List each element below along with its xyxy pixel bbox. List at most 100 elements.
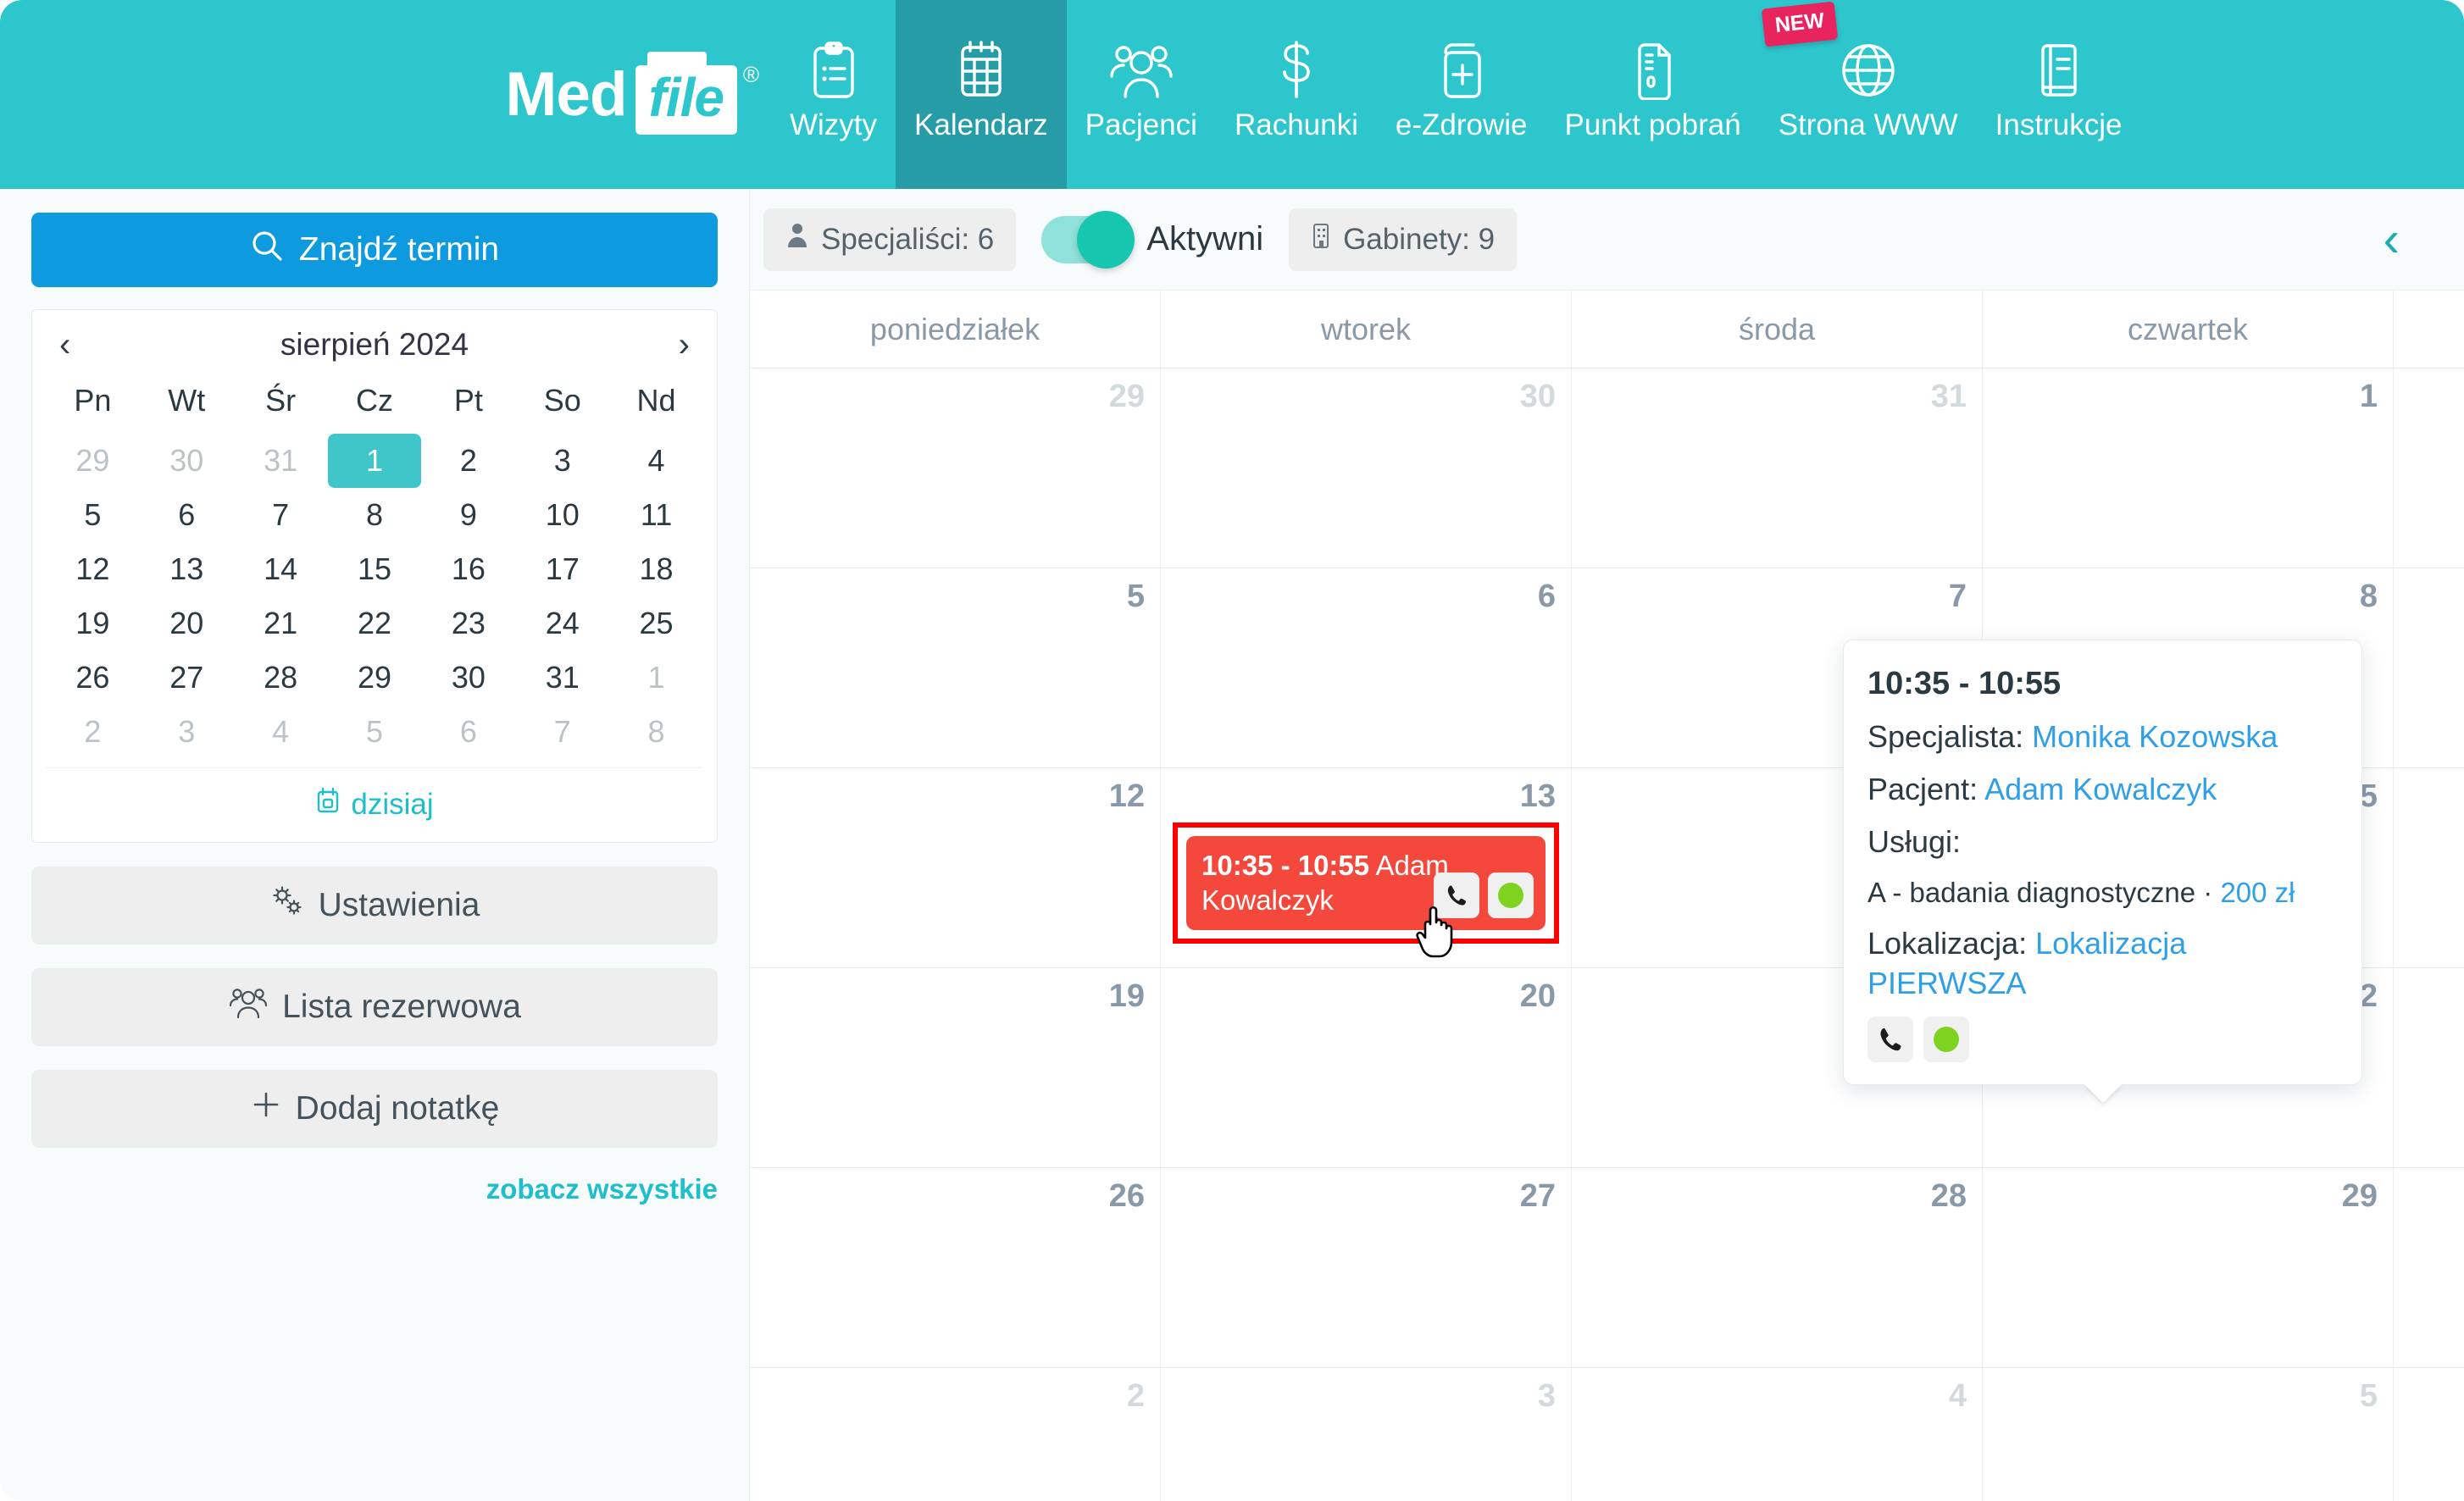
nav-item-e-zdrowie[interactable]: e-Zdrowie [1377,0,1546,189]
mini-calendar-day[interactable]: 14 [234,542,328,596]
mini-calendar-day[interactable]: 30 [140,434,234,488]
mini-calendar-day[interactable]: 1 [327,434,422,488]
mini-calendar-day[interactable]: 20 [140,596,234,651]
popover-status-button[interactable] [1923,1016,1969,1062]
calendar-day-cell[interactable]: 3 [1161,1368,1572,1501]
calendar-day-header: poniedziałek [750,291,1161,368]
mini-calendar-day[interactable]: 27 [140,651,234,705]
calendar-day-cell-partial[interactable] [2394,368,2464,568]
nav-item-rachunki[interactable]: Rachunki [1216,0,1377,189]
mini-calendar-day[interactable]: 29 [328,651,422,705]
mini-calendar-day[interactable]: 8 [328,488,422,542]
mini-calendar-day[interactable]: 31 [234,434,328,488]
calendar-day-cell[interactable]: 29 [1983,1168,2394,1367]
see-all-link[interactable]: zobacz wszystkie [31,1173,718,1205]
settings-button[interactable]: Ustawienia [31,867,718,944]
mini-calendar-day[interactable]: 12 [46,542,140,596]
mini-calendar-day[interactable]: 26 [46,651,140,705]
mini-calendar-day[interactable]: 21 [234,596,328,651]
mini-calendar-day[interactable]: 16 [421,542,515,596]
mini-calendar-day[interactable]: 3 [515,434,609,488]
mini-calendar-day[interactable]: 9 [421,488,515,542]
mini-calendar-day[interactable]: 6 [140,488,234,542]
popover-phone-button[interactable] [1867,1016,1913,1062]
mini-calendar-day[interactable]: 18 [609,542,703,596]
mini-calendar-dow: Pt [453,383,483,418]
mini-calendar-prev-button[interactable]: ‹ [54,328,75,362]
mini-calendar-day[interactable]: 2 [421,434,515,488]
specialists-filter-chip[interactable]: Specjaliści: 6 [763,208,1017,271]
waiting-list-label: Lista rezerwowa [282,989,521,1025]
calendar-day-cell[interactable]: 30 [1161,368,1572,568]
calendar-day-cell[interactable]: 5 [1983,1368,2394,1501]
nav-item-kalendarz[interactable]: Kalendarz [896,0,1067,189]
popover-patient-link[interactable]: Adam Kowalczyk [1984,772,2217,806]
add-note-button[interactable]: Dodaj notatkę [31,1070,718,1148]
calendar-day-cell[interactable]: 26 [750,1168,1161,1367]
mini-calendar-day[interactable]: 5 [328,705,422,759]
mini-calendar-day[interactable]: 4 [234,705,328,759]
mini-calendar-next-button[interactable]: › [674,328,695,362]
calendar-day-cell[interactable]: 1 [1983,368,2394,568]
calendar-day-cell-partial[interactable] [2394,1168,2464,1367]
calendar-day-cell[interactable]: 13 10:35 - 10:55 Adam Kowalczyk [1161,768,1572,967]
calendar-day-cell[interactable]: 12 [750,768,1161,967]
plus-icon [250,1088,282,1129]
today-link[interactable]: dzisiaj [315,787,434,822]
mini-calendar-day[interactable]: 24 [515,596,609,651]
popover-specialist-link[interactable]: Monika Kozowska [2032,719,2278,754]
calendar-day-cell-partial[interactable] [2394,968,2464,1167]
brand-logo[interactable]: Med file ® [0,0,771,189]
calendar-day-cell[interactable]: 2 [750,1368,1161,1501]
calendar-day-cell[interactable]: 6 [1161,568,1572,767]
mini-calendar-day[interactable]: 2 [46,705,140,759]
mini-calendar-day[interactable]: 11 [609,488,703,542]
brand-file-text: file [648,66,724,128]
nav-item-pacjenci[interactable]: Pacjenci [1067,0,1216,189]
popover-service-price[interactable]: 200 zł [2220,877,2295,908]
mini-calendar-day[interactable]: 13 [140,542,234,596]
find-appointment-button[interactable]: Znajdź termin [31,213,718,287]
mini-calendar-day[interactable]: 22 [328,596,422,651]
mini-calendar-day[interactable]: 8 [609,705,703,759]
calendar-day-cell-partial[interactable] [2394,568,2464,767]
mini-calendar-day[interactable]: 1 [609,651,703,705]
calendar-day-cell-partial[interactable] [2394,768,2464,967]
mini-calendar-day[interactable]: 7 [234,488,328,542]
nav-item-strona-www[interactable]: NEW Strona WWW [1760,0,1977,189]
calendar-day-cell[interactable]: 28 [1572,1168,1983,1367]
mini-calendar-day[interactable]: 17 [515,542,609,596]
calendar-day-cell[interactable]: 29 [750,368,1161,568]
month-prev-button[interactable]: ‹ [2341,214,2442,264]
nav-item-punkt-pobran[interactable]: Punkt pobrań [1546,0,1759,189]
calendar-day-cell-partial[interactable] [2394,1368,2464,1501]
active-toggle[interactable] [1041,210,1135,269]
mini-calendar-day[interactable]: 3 [140,705,234,759]
mini-calendar-day[interactable]: 25 [609,596,703,651]
calendar-day-cell[interactable]: 31 [1572,368,1983,568]
waiting-list-button[interactable]: Lista rezerwowa [31,968,718,1046]
mini-calendar-day[interactable]: 19 [46,596,140,651]
nav-item-instrukcje[interactable]: Instrukcje [1977,0,2141,189]
calendar-day-cell[interactable]: 5 [750,568,1161,767]
appointment-event[interactable]: 10:35 - 10:55 Adam Kowalczyk [1186,836,1546,958]
mini-calendar-day[interactable]: 7 [515,705,609,759]
event-status-button[interactable] [1488,872,1534,918]
mini-calendar-day[interactable]: 10 [515,488,609,542]
calendar-day-cell[interactable]: 20 [1161,968,1572,1167]
calendar-day-cell[interactable]: 27 [1161,1168,1572,1367]
mini-calendar-day[interactable]: 5 [46,488,140,542]
mini-calendar-day[interactable]: 31 [515,651,609,705]
mini-calendar-day[interactable]: 30 [421,651,515,705]
nav-item-wizyty[interactable]: Wizyty [771,0,896,189]
rooms-filter-chip[interactable]: Gabinety: 9 [1289,208,1518,271]
mini-calendar-day[interactable]: 4 [609,434,703,488]
mini-calendar-day[interactable]: 6 [421,705,515,759]
calendar-day-cell[interactable]: 19 [750,968,1161,1167]
mini-calendar-day[interactable]: 29 [46,434,140,488]
mini-calendar-day[interactable]: 28 [234,651,328,705]
green-dot-icon [1934,1026,1959,1052]
mini-calendar-day[interactable]: 23 [421,596,515,651]
mini-calendar-day[interactable]: 15 [328,542,422,596]
calendar-day-cell[interactable]: 4 [1572,1368,1983,1501]
